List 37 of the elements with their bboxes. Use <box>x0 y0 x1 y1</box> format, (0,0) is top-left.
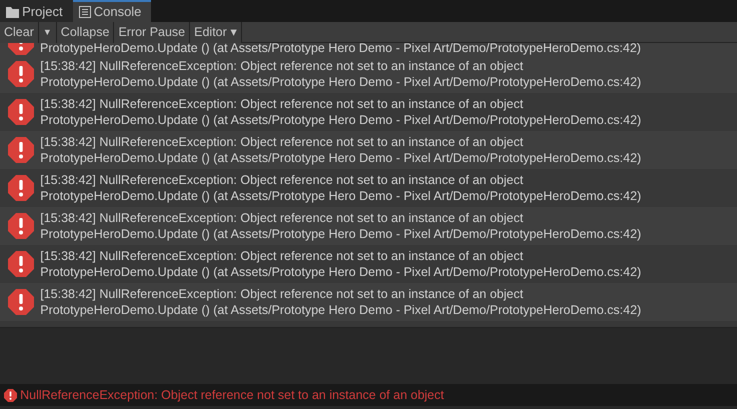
log-entry[interactable]: [15:38:42] NullReferenceException: Object reference not set to an instance of an object PrototypeHeroDemo.Update () (at Assets/Prototype Hero Demo - Pixel Art/Demo/PrototypeHeroDemo.cs:42) <box>0 207 737 245</box>
toolbar-button[interactable]: Error Pause <box>114 22 190 43</box>
error-icon <box>8 99 34 125</box>
log-trace: PrototypeHeroDemo.Update () (at Assets/Prototype Hero Demo - Pixel Art/Demo/PrototypeHeroDemo.cs:42) <box>40 188 642 204</box>
error-icon <box>8 251 34 277</box>
status-message: NullReferenceException: Object reference not set to an instance of an object <box>20 386 444 404</box>
log-trace: PrototypeHeroDemo.Update () (at Assets/Prototype Hero Demo - Pixel Art/Demo/PrototypeHeroDemo.cs:42) <box>40 74 642 90</box>
dropdown-button[interactable]: Editor ▾ <box>190 22 242 43</box>
log-message: [15:38:42] NullReferenceException: Object reference not set to an instance of an object <box>40 248 524 264</box>
error-icon <box>8 137 34 163</box>
log-message: [15:38:42] NullReferenceException: Object reference not set to an instance of an object <box>40 286 524 302</box>
log-trace: PrototypeHeroDemo.Update () (at Assets/Prototype Hero Demo - Pixel Art/Demo/PrototypeHeroDemo.cs:42) <box>40 264 642 280</box>
log-trace: PrototypeHeroDemo.Update () (at Assets/Prototype Hero Demo - Pixel Art/Demo/PrototypeHeroDemo.cs:42) <box>40 112 642 128</box>
folder-icon <box>6 6 19 18</box>
tab[interactable]: Console <box>72 0 152 22</box>
toolbar-button[interactable]: Collapse <box>56 22 114 43</box>
log-message: [15:38:42] NullReferenceException: Object reference not set to an instance of an object <box>40 58 524 74</box>
toolbar-button[interactable]: Clear <box>0 22 39 43</box>
log-message: [15:38:42] NullReferenceException: Object reference not set to an instance of an object <box>40 134 524 150</box>
error-icon <box>8 289 34 315</box>
log-entry[interactable]: [15:38:42] NullReferenceException: Object reference not set to an instance of an object PrototypeHeroDemo.Update () (at Assets/Prototype Hero Demo - Pixel Art/Demo/PrototypeHeroDemo.cs:42) <box>0 55 737 93</box>
dropdown-arrow-button[interactable]: ▼ <box>38 22 57 43</box>
log-trace: PrototypeHeroDemo.Update () (at Assets/Prototype Hero Demo - Pixel Art/Demo/PrototypeHeroDemo.cs:42) <box>40 43 641 55</box>
log-entry[interactable]: [15:38:42] NullReferenceException: Object reference not set to an instance of an object PrototypeHeroDemo.Update () (at Assets/Prototype Hero Demo - Pixel Art/Demo/PrototypeHeroDemo.cs:42) <box>0 283 737 321</box>
log-entry[interactable]: [15:38:42] NullReferenceException: Object reference not set to an instance of an object PrototypeHeroDemo.Update () (at Assets/Prototype Hero Demo - Pixel Art/Demo/PrototypeHeroDemo.cs:42) <box>0 131 737 169</box>
log-trace: PrototypeHeroDemo.Update () (at Assets/Prototype Hero Demo - Pixel Art/Demo/PrototypeHeroDemo.cs:42) <box>40 150 642 166</box>
error-icon <box>8 61 34 87</box>
error-icon <box>4 388 17 402</box>
log-trace: PrototypeHeroDemo.Update () (at Assets/Prototype Hero Demo - Pixel Art/Demo/PrototypeHeroDemo.cs:42) <box>40 226 642 242</box>
error-icon <box>8 213 34 239</box>
log-message: [15:38:42] NullReferenceException: Object reference not set to an instance of an object <box>40 96 524 112</box>
log-message: [15:38:42] NullReferenceException: Object reference not set to an instance of an object <box>40 210 524 226</box>
tab[interactable]: Project <box>0 0 73 22</box>
log-trace: PrototypeHeroDemo.Update () (at Assets/Prototype Hero Demo - Pixel Art/Demo/PrototypeHeroDemo.cs:42) <box>40 302 642 318</box>
console-icon <box>78 6 91 18</box>
log-message: [15:38:42] NullReferenceException: Object reference not set to an instance of an object <box>40 172 524 188</box>
error-icon <box>8 175 34 201</box>
